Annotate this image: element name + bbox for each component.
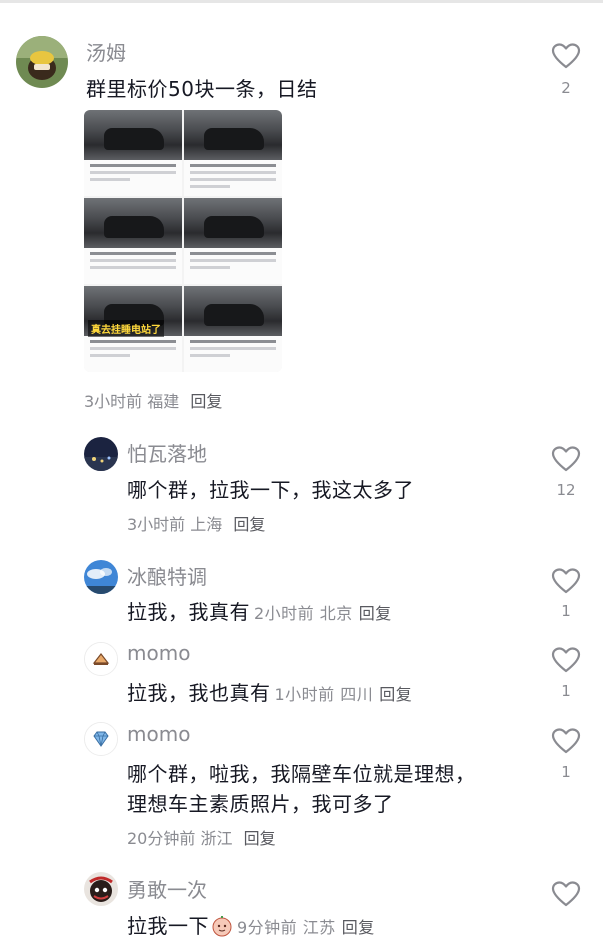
- emoji-sticker-icon: [211, 915, 233, 937]
- comment-location: 浙江: [200, 829, 233, 848]
- avatar[interactable]: [84, 642, 118, 676]
- reply-button[interactable]: 回复: [342, 918, 375, 937]
- comment-username[interactable]: 冰酿特调: [127, 561, 207, 590]
- top-divider: [0, 0, 603, 3]
- comment-username[interactable]: momo: [127, 641, 190, 665]
- heart-outline-icon[interactable]: [551, 880, 581, 908]
- reply-button[interactable]: 回复: [379, 685, 412, 704]
- comment-time: 1小时前: [274, 685, 335, 704]
- reply-button[interactable]: 回复: [190, 392, 222, 411]
- image-tile: [84, 198, 182, 284]
- image-tile: [184, 198, 282, 284]
- comment-username[interactable]: momo: [127, 722, 190, 746]
- comment-text: 拉我一下 9分钟前 江苏 回复: [127, 910, 375, 939]
- reply-button[interactable]: 回复: [233, 515, 265, 534]
- comment-time: 20分钟前: [127, 829, 196, 848]
- reply-button[interactable]: 回复: [244, 829, 276, 848]
- comment-meta: 3小时前 福建 回复: [84, 388, 222, 412]
- like-count: 12: [556, 481, 576, 499]
- comment-username[interactable]: 汤姆: [86, 37, 126, 66]
- avatar[interactable]: [84, 722, 118, 756]
- comment-meta: 3小时前 上海 回复: [127, 511, 265, 535]
- comment-text: 群里标价50块一条，日结: [86, 77, 318, 101]
- comment-text-line-2: 理想车主素质照片，我可多了: [127, 792, 394, 816]
- comment-location: 福建: [147, 392, 180, 411]
- comment-text-line-1: 哪个群，啦我，我隔壁车位就是理想，: [127, 762, 476, 786]
- reply-button[interactable]: 回复: [359, 604, 392, 623]
- comment-time: 2小时前: [254, 604, 315, 623]
- avatar[interactable]: [84, 560, 118, 594]
- comment-username[interactable]: 勇敢一次: [127, 874, 207, 903]
- comment-time: 3小时前: [127, 515, 186, 534]
- comment-time: 9分钟前: [237, 918, 298, 937]
- comment-location: 上海: [190, 515, 223, 534]
- comment-time: 3小时前: [84, 392, 143, 411]
- image-tile: [184, 286, 282, 372]
- comment-text-content: 拉我一下: [127, 914, 209, 938]
- image-tile: [84, 110, 182, 196]
- like-count: 1: [561, 763, 571, 781]
- heart-outline-icon[interactable]: [551, 646, 581, 674]
- like-count: 2: [561, 79, 571, 97]
- comment-text-content: 拉我，我也真有: [127, 681, 271, 705]
- comment-username[interactable]: 怕瓦落地: [127, 438, 207, 467]
- comment-meta: 1小时前 四川 回复: [275, 685, 413, 704]
- avatar[interactable]: [84, 872, 118, 906]
- comment-location: 北京: [319, 604, 353, 623]
- image-caption: 真去挂睡电站了: [88, 320, 164, 337]
- avatar[interactable]: [84, 437, 118, 471]
- heart-outline-icon[interactable]: [551, 727, 581, 755]
- comment-meta: 9分钟前 江苏 回复: [237, 918, 375, 937]
- comment-text: 哪个群，拉我一下，我这太多了: [127, 478, 414, 502]
- comment-meta: 20分钟前 浙江 回复: [127, 825, 276, 849]
- comment-location: 江苏: [302, 918, 336, 937]
- heart-outline-icon[interactable]: [551, 42, 581, 70]
- avatar[interactable]: [16, 36, 68, 88]
- heart-outline-icon[interactable]: [551, 567, 581, 595]
- like-count: 1: [561, 602, 571, 620]
- comment-location: 四川: [340, 685, 374, 704]
- image-tile: [184, 110, 282, 196]
- comment-text-content: 拉我，我真有: [127, 600, 250, 624]
- heart-outline-icon[interactable]: [551, 445, 581, 473]
- like-count: 1: [561, 682, 571, 700]
- comment-list: 汤姆 群里标价50块一条，日结 真去挂睡电站了 3小时前 福建 回复 2 怕瓦落…: [0, 0, 603, 939]
- comment-text: 拉我，我也真有 1小时前 四川 回复: [127, 677, 412, 706]
- comment-meta: 2小时前 北京 回复: [254, 604, 392, 623]
- comment-text: 拉我，我真有 2小时前 北京 回复: [127, 596, 392, 625]
